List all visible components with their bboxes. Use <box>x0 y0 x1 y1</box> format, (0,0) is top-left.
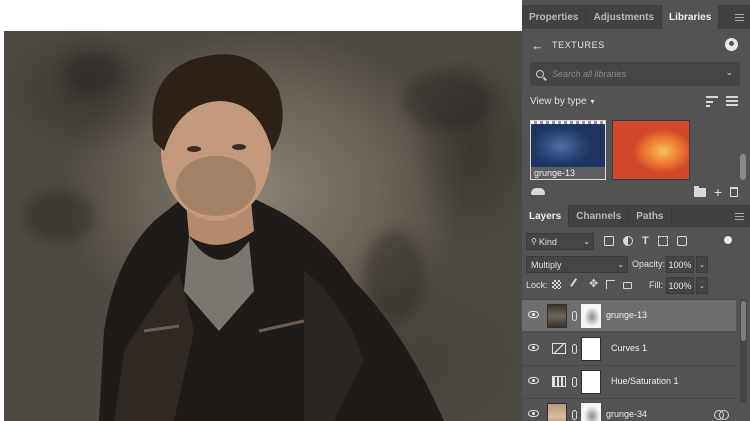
tab-libraries[interactable]: Libraries <box>662 5 720 29</box>
hamburger-icon <box>735 212 744 220</box>
kind-filter-value: Kind <box>538 236 557 247</box>
view-by-dropdown[interactable]: View by type ▾ <box>530 96 595 107</box>
library-scrollbar[interactable] <box>740 154 746 180</box>
lock-transparent-icon[interactable] <box>552 280 561 289</box>
lock-label: Lock: <box>526 280 548 290</box>
layers-menu-button[interactable] <box>735 205 750 227</box>
fill-field[interactable]: 100% <box>666 277 694 294</box>
filter-toggle-icon[interactable] <box>724 236 732 244</box>
filter-pixel-icon[interactable] <box>604 236 614 246</box>
layers-scrollbar[interactable] <box>740 299 747 403</box>
opacity-label: Opacity: <box>632 259 666 269</box>
eye-icon[interactable] <box>528 377 539 384</box>
folder-icon[interactable] <box>693 185 706 197</box>
blend-if-icon[interactable] <box>714 409 730 420</box>
layer-mask-thumbnail[interactable] <box>581 403 601 421</box>
chevron-down-icon[interactable]: ⌄ <box>725 67 733 78</box>
filter-type-icon[interactable]: T <box>642 236 649 247</box>
layer-mask-thumbnail[interactable] <box>581 304 601 328</box>
view-options <box>706 96 738 107</box>
curves-adjustment-icon <box>552 343 566 354</box>
layers-list: grunge-13 Curves 1 Hue/Saturation 1 grun… <box>522 299 736 421</box>
blend-mode-select[interactable]: Multiply ⌄ <box>526 256 628 273</box>
plus-icon[interactable]: + <box>714 185 722 199</box>
library-header: ← TEXTURES <box>522 33 750 57</box>
chevron-down-icon: ⌄ <box>583 237 590 246</box>
blend-mode-value: Multiply <box>531 259 562 270</box>
filter-smart-object-icon[interactable] <box>676 236 687 246</box>
blend-row: Multiply ⌄ Opacity: 100% ⌄ <box>522 256 750 274</box>
hue-saturation-adjustment-icon <box>552 376 566 387</box>
thumbnail-label: grunge-13 <box>531 167 605 179</box>
layer-row-curves-1[interactable]: Curves 1 <box>522 332 736 364</box>
hamburger-icon <box>735 13 744 21</box>
chevron-down-icon: ⌄ <box>617 260 624 269</box>
view-by-label: View by type <box>530 96 587 107</box>
lock-all-icon[interactable] <box>623 282 633 289</box>
chevron-down-icon: ▾ <box>590 97 595 106</box>
kind-filter-select[interactable]: ⚲ Kind ⌄ <box>526 233 594 250</box>
canvas-area[interactable] <box>0 0 522 421</box>
layer-row-grunge-34[interactable]: grunge-34 <box>522 398 736 421</box>
layer-mask-thumbnail[interactable] <box>581 337 601 361</box>
library-thumbnails: grunge-13 <box>530 120 690 180</box>
panel-tabbar: Properties Adjustments Libraries <box>522 5 750 29</box>
chevron-down-icon[interactable]: ⌄ <box>696 256 708 273</box>
chevron-down-icon[interactable]: ⌄ <box>696 277 708 294</box>
layer-row-grunge-13[interactable]: grunge-13 <box>522 299 736 331</box>
link-icon[interactable] <box>572 311 577 321</box>
search-icon <box>536 70 544 78</box>
lock-pixels-icon[interactable] <box>570 278 583 291</box>
portrait-photo <box>99 54 444 421</box>
list-view-icon[interactable] <box>726 96 738 107</box>
link-icon[interactable] <box>572 410 577 420</box>
eye-icon[interactable] <box>528 344 539 351</box>
arrow-left-icon[interactable]: ← <box>531 38 544 53</box>
layer-name: grunge-34 <box>606 409 648 419</box>
layer-filter-row: ⚲ Kind ⌄ T <box>522 232 750 252</box>
opacity-field[interactable]: 100% <box>666 256 694 273</box>
cloud-icon[interactable] <box>531 188 545 195</box>
link-icon[interactable] <box>572 377 577 387</box>
user-icon[interactable] <box>725 38 738 51</box>
layers-tabbar: Layers Channels Paths <box>522 205 750 227</box>
search-icon: ⚲ <box>531 237 537 246</box>
tab-layers[interactable]: Layers <box>522 205 570 227</box>
layer-thumbnail <box>547 403 567 421</box>
layer-row-hue-saturation-1[interactable]: Hue/Saturation 1 <box>522 365 736 397</box>
eye-icon[interactable] <box>528 410 539 417</box>
fill-label: Fill: <box>649 280 663 290</box>
layer-name: Hue/Saturation 1 <box>611 376 679 386</box>
right-panel: Properties Adjustments Libraries ← TEXTU… <box>522 0 750 421</box>
filter-shape-icon[interactable] <box>657 236 668 246</box>
sort-icon[interactable] <box>706 96 718 107</box>
tab-paths[interactable]: Paths <box>629 205 672 227</box>
library-item-grunge-13[interactable]: grunge-13 <box>530 120 606 180</box>
search-input[interactable] <box>552 69 712 79</box>
filter-adjustment-icon[interactable] <box>623 236 633 246</box>
panel-menu-button[interactable] <box>735 5 750 29</box>
trash-icon[interactable] <box>730 187 738 197</box>
lock-artboard-icon[interactable] <box>606 280 616 289</box>
document-image[interactable] <box>4 31 522 421</box>
tab-adjustments[interactable]: Adjustments <box>586 5 663 29</box>
layer-name: grunge-13 <box>606 310 648 320</box>
eye-icon[interactable] <box>528 311 539 318</box>
library-item-orange-texture[interactable] <box>612 120 690 180</box>
layer-mask-thumbnail[interactable] <box>581 370 601 394</box>
library-name: TEXTURES <box>552 40 605 50</box>
lock-position-icon[interactable]: ✥ <box>589 279 598 290</box>
tab-channels[interactable]: Channels <box>569 205 630 227</box>
library-actions: + <box>522 184 750 202</box>
library-search: ⌄ <box>530 62 740 86</box>
lock-row: Lock: ✥ Fill: 100% ⌄ <box>522 277 750 295</box>
layer-thumbnail <box>547 304 567 328</box>
tab-properties[interactable]: Properties <box>522 5 587 29</box>
layer-name: Curves 1 <box>611 343 648 353</box>
link-icon[interactable] <box>572 344 577 354</box>
